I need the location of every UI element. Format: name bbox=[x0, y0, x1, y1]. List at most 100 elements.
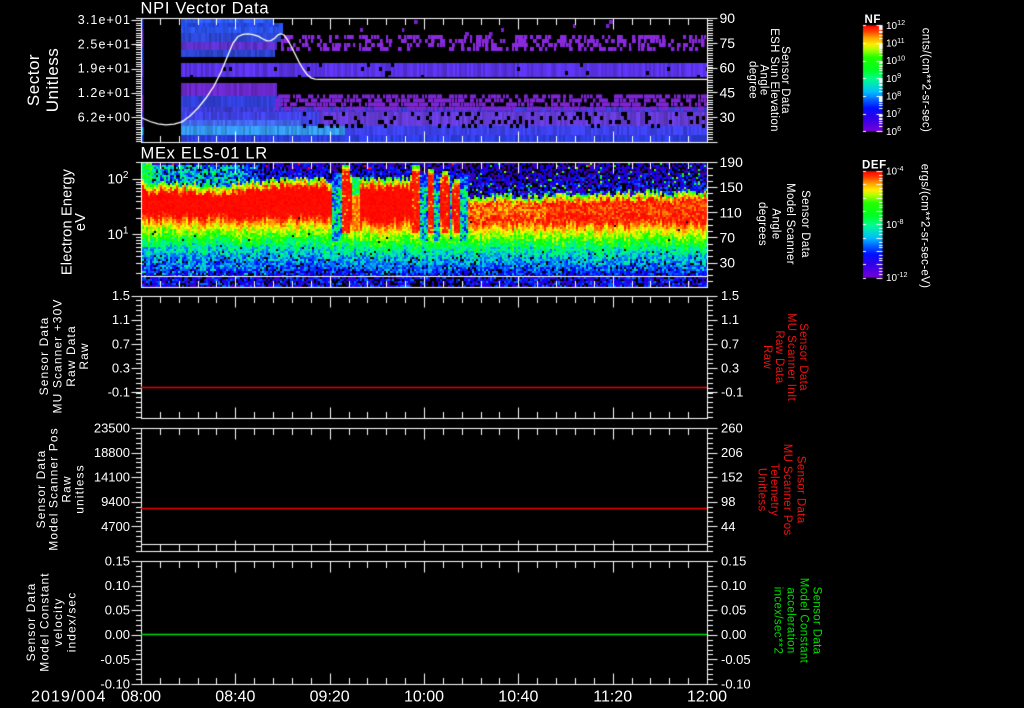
svg-text:10:40: 10:40 bbox=[498, 689, 538, 706]
svg-text:degrees: degrees bbox=[756, 202, 768, 246]
svg-text:Sensor Data: Sensor Data bbox=[24, 583, 38, 662]
svg-text:106: 106 bbox=[886, 124, 901, 138]
svg-text:1.1: 1.1 bbox=[721, 312, 739, 327]
svg-text:44: 44 bbox=[721, 519, 735, 534]
svg-text:0.15: 0.15 bbox=[721, 553, 746, 568]
svg-text:Unitless: Unitless bbox=[43, 48, 62, 112]
svg-text:0.05: 0.05 bbox=[721, 603, 746, 618]
svg-text:08:00: 08:00 bbox=[121, 689, 161, 706]
svg-text:acceleration: acceleration bbox=[785, 587, 797, 653]
svg-text:12:00: 12:00 bbox=[687, 689, 727, 706]
svg-text:Sensor Data: Sensor Data bbox=[34, 450, 48, 529]
svg-text:70: 70 bbox=[720, 229, 736, 245]
svg-text:101: 101 bbox=[107, 226, 129, 242]
svg-text:11:20: 11:20 bbox=[593, 689, 632, 706]
svg-text:0.15: 0.15 bbox=[105, 553, 130, 568]
svg-text:0.3: 0.3 bbox=[721, 361, 739, 376]
svg-text:Raw: Raw bbox=[77, 342, 91, 369]
svg-text:14100: 14100 bbox=[94, 470, 130, 485]
svg-text:10-12: 10-12 bbox=[886, 270, 908, 284]
svg-text:Telemetry: Telemetry bbox=[768, 463, 780, 516]
svg-text:Model Scanner: Model Scanner bbox=[784, 183, 796, 265]
svg-text:30: 30 bbox=[720, 109, 736, 125]
svg-text:Sensor Data: Sensor Data bbox=[797, 323, 809, 391]
svg-text:Model Constant: Model Constant bbox=[797, 578, 809, 664]
svg-text:MU Scanner InIt: MU Scanner InIt bbox=[785, 313, 797, 402]
svg-text:1012: 1012 bbox=[886, 18, 905, 32]
svg-text:4700: 4700 bbox=[101, 519, 130, 534]
svg-text:NF: NF bbox=[865, 14, 882, 26]
svg-text:110: 110 bbox=[720, 204, 743, 220]
svg-text:Angle: Angle bbox=[769, 208, 781, 239]
svg-text:1.1: 1.1 bbox=[112, 312, 130, 327]
svg-text:152: 152 bbox=[721, 470, 743, 485]
svg-text:Model Constant: Model Constant bbox=[38, 572, 52, 671]
svg-text:incex/sec**2: incex/sec**2 bbox=[771, 587, 783, 654]
svg-text:ergs/(cm**2-sr-sec-eV): ergs/(cm**2-sr-sec-eV) bbox=[918, 164, 930, 289]
svg-text:-0.1: -0.1 bbox=[108, 385, 130, 400]
svg-text:9400: 9400 bbox=[101, 494, 130, 509]
svg-text:0.3: 0.3 bbox=[112, 361, 130, 376]
svg-text:2019/004: 2019/004 bbox=[31, 689, 107, 706]
svg-text:108: 108 bbox=[886, 89, 901, 103]
svg-text:09:20: 09:20 bbox=[310, 689, 350, 706]
svg-text:150: 150 bbox=[720, 179, 744, 195]
svg-text:cnts/(cm**2-sr-sec): cnts/(cm**2-sr-sec) bbox=[919, 28, 931, 132]
svg-text:-0.05: -0.05 bbox=[100, 652, 130, 667]
svg-text:0.7: 0.7 bbox=[112, 336, 130, 351]
svg-text:23500: 23500 bbox=[94, 420, 130, 435]
svg-text:Sensor Data: Sensor Data bbox=[37, 317, 51, 396]
svg-text:1.2e+01: 1.2e+01 bbox=[78, 86, 131, 100]
svg-text:18800: 18800 bbox=[94, 445, 130, 460]
svg-text:45: 45 bbox=[720, 84, 736, 100]
svg-text:0.10: 0.10 bbox=[721, 578, 746, 593]
svg-text:107: 107 bbox=[886, 106, 901, 120]
svg-text:1.5: 1.5 bbox=[112, 288, 130, 303]
svg-text:10:00: 10:00 bbox=[404, 689, 444, 706]
svg-text:3.1e+01: 3.1e+01 bbox=[78, 13, 131, 27]
svg-text:109: 109 bbox=[886, 71, 901, 85]
svg-text:2.5e+01: 2.5e+01 bbox=[78, 37, 131, 51]
svg-text:90: 90 bbox=[720, 10, 736, 26]
svg-text:velocity: velocity bbox=[51, 598, 65, 647]
svg-text:6.2e+00: 6.2e+00 bbox=[78, 110, 131, 124]
svg-text:10-4: 10-4 bbox=[886, 164, 904, 178]
svg-text:Raw Data: Raw Data bbox=[773, 330, 785, 384]
svg-text:98: 98 bbox=[721, 494, 735, 509]
svg-text:260: 260 bbox=[721, 420, 743, 435]
svg-text:Raw: Raw bbox=[60, 475, 74, 502]
svg-text:MEx ELS-01 LR: MEx ELS-01 LR bbox=[141, 145, 268, 163]
svg-text:1010: 1010 bbox=[886, 53, 905, 67]
svg-text:index/sec: index/sec bbox=[64, 592, 78, 653]
svg-text:Sensor Data: Sensor Data bbox=[794, 456, 806, 524]
svg-text:75: 75 bbox=[720, 35, 736, 51]
svg-text:NPI Vector Data: NPI Vector Data bbox=[141, 0, 270, 18]
svg-text:30: 30 bbox=[720, 255, 736, 271]
svg-text:MU Scanner Pos: MU Scanner Pos bbox=[781, 444, 793, 536]
svg-text:60: 60 bbox=[720, 60, 736, 76]
svg-text:1011: 1011 bbox=[886, 36, 905, 50]
svg-text:degree: degree bbox=[747, 61, 759, 99]
svg-text:MU Scanner +30V: MU Scanner +30V bbox=[50, 299, 64, 414]
svg-text:190: 190 bbox=[720, 154, 744, 170]
svg-text:0.10: 0.10 bbox=[105, 578, 130, 593]
svg-text:DEF: DEF bbox=[862, 160, 887, 172]
svg-text:1.9e+01: 1.9e+01 bbox=[78, 62, 131, 76]
svg-text:0.00: 0.00 bbox=[105, 627, 130, 642]
svg-text:eV: eV bbox=[73, 213, 89, 231]
svg-text:Model Scanner Pos: Model Scanner Pos bbox=[47, 427, 61, 550]
svg-text:206: 206 bbox=[721, 445, 743, 460]
svg-text:Sensor Data: Sensor Data bbox=[799, 190, 811, 258]
svg-text:Raw: Raw bbox=[761, 345, 773, 369]
svg-text:Unitless: Unitless bbox=[755, 468, 767, 512]
svg-text:10-8: 10-8 bbox=[886, 217, 904, 231]
svg-text:unitless: unitless bbox=[73, 464, 87, 514]
svg-text:08:40: 08:40 bbox=[215, 689, 255, 706]
svg-text:1.5: 1.5 bbox=[721, 288, 739, 303]
svg-text:-0.05: -0.05 bbox=[721, 652, 751, 667]
svg-text:-0.1: -0.1 bbox=[721, 385, 743, 400]
svg-text:Sensor Data: Sensor Data bbox=[810, 587, 822, 655]
svg-text:0.05: 0.05 bbox=[105, 603, 130, 618]
svg-text:0.7: 0.7 bbox=[721, 336, 739, 351]
svg-text:Sector: Sector bbox=[24, 54, 43, 106]
